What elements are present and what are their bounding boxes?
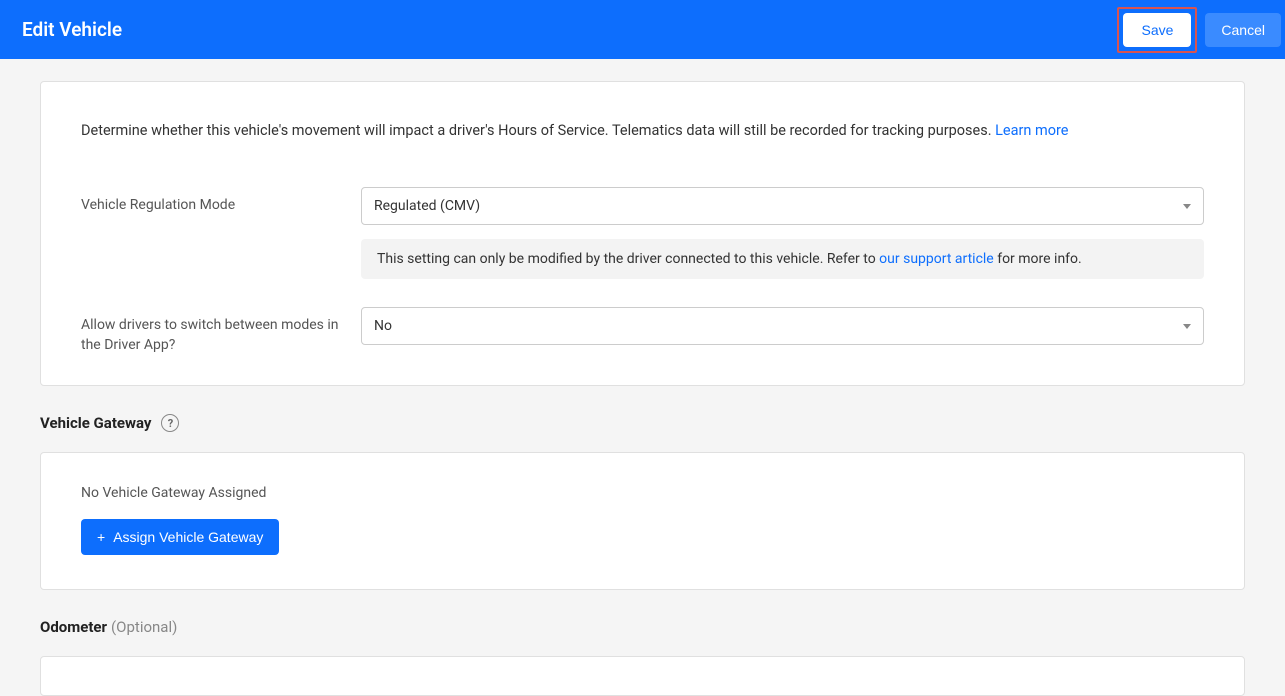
page-content: Determine whether this vehicle's movemen… [0, 59, 1285, 696]
regulation-card: Determine whether this vehicle's movemen… [40, 81, 1245, 386]
regulation-mode-value: Regulated (CMV) [374, 198, 480, 214]
plus-icon: + [97, 529, 105, 545]
save-button-highlight: Save [1117, 7, 1197, 53]
odometer-section-title: Odometer (Optional) [40, 618, 1245, 636]
page-title: Edit Vehicle [22, 18, 122, 41]
odometer-title-text: Odometer [40, 618, 107, 636]
regulation-mode-control: Regulated (CMV) [361, 187, 1204, 225]
support-article-link[interactable]: our support article [879, 251, 994, 267]
allow-switch-label: Allow drivers to switch between modes in… [81, 307, 361, 355]
info-suffix: for more info. [994, 251, 1082, 267]
info-prefix: This setting can only be modified by the… [377, 251, 879, 267]
regulation-mode-row: Vehicle Regulation Mode Regulated (CMV) [81, 187, 1204, 225]
allow-switch-value: No [374, 318, 392, 334]
info-control: This setting can only be modified by the… [361, 239, 1204, 293]
chevron-down-icon [1183, 204, 1191, 209]
info-banner: This setting can only be modified by the… [361, 239, 1204, 279]
gateway-title-text: Vehicle Gateway [40, 414, 151, 432]
description-text: Determine whether this vehicle's movemen… [81, 122, 995, 139]
odometer-optional: (Optional) [111, 618, 177, 636]
regulation-description: Determine whether this vehicle's movemen… [81, 122, 1204, 139]
chevron-down-icon [1183, 324, 1191, 329]
odometer-card [40, 656, 1245, 696]
assign-button-label: Assign Vehicle Gateway [113, 529, 263, 545]
learn-more-link[interactable]: Learn more [995, 122, 1068, 139]
allow-switch-select[interactable]: No [361, 307, 1204, 345]
gateway-section-title: Vehicle Gateway ? [40, 414, 1245, 432]
info-row: This setting can only be modified by the… [81, 239, 1204, 293]
header-actions: Save Cancel [1117, 0, 1285, 59]
info-spacer [81, 239, 361, 248]
regulation-mode-select[interactable]: Regulated (CMV) [361, 187, 1204, 225]
page-header: Edit Vehicle Save Cancel [0, 0, 1285, 59]
no-gateway-text: No Vehicle Gateway Assigned [81, 485, 1204, 501]
allow-switch-row: Allow drivers to switch between modes in… [81, 307, 1204, 355]
regulation-mode-label: Vehicle Regulation Mode [81, 187, 361, 216]
save-button[interactable]: Save [1123, 13, 1191, 47]
assign-gateway-button[interactable]: + Assign Vehicle Gateway [81, 519, 279, 555]
help-icon[interactable]: ? [161, 414, 179, 432]
allow-switch-control: No [361, 307, 1204, 345]
cancel-button[interactable]: Cancel [1205, 13, 1281, 47]
gateway-card: No Vehicle Gateway Assigned + Assign Veh… [40, 452, 1245, 590]
